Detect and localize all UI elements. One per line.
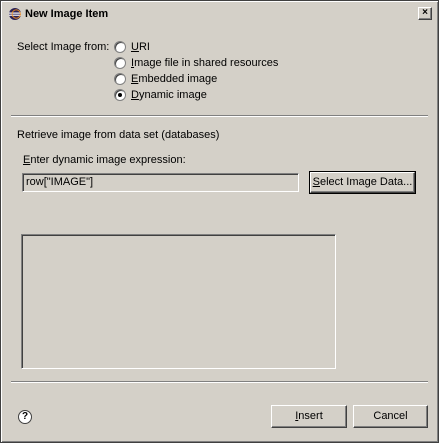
radio-dynamic-image[interactable] — [114, 89, 126, 101]
new-image-item-dialog: New Image Item × Select Image from: URI … — [0, 0, 439, 443]
expression-label: Enter dynamic image expression: — [23, 154, 186, 166]
image-preview-area — [21, 234, 336, 369]
radio-embedded-image-label[interactable]: Embedded image — [131, 73, 217, 86]
retrieve-section-label: Retrieve image from data set (databases) — [17, 129, 220, 141]
select-image-data-button[interactable]: Select Image Data... — [309, 171, 416, 194]
dialog-title: New Image Item — [25, 8, 109, 20]
radio-embedded-image[interactable] — [114, 73, 126, 85]
expression-field[interactable]: row["IMAGE"] — [22, 173, 299, 192]
insert-button[interactable]: Insert — [271, 405, 347, 428]
radio-dynamic-image-label[interactable]: Dynamic image — [131, 89, 207, 102]
cancel-button[interactable]: Cancel — [353, 405, 428, 428]
select-image-from-label: Select Image from: — [17, 41, 110, 53]
close-button[interactable]: × — [418, 7, 432, 20]
radio-shared-resources-label[interactable]: Image file in shared resources — [131, 57, 278, 70]
bottom-separator — [11, 381, 428, 383]
radio-shared-resources[interactable] — [114, 57, 126, 69]
help-icon[interactable]: ? — [18, 410, 32, 424]
top-separator — [11, 115, 428, 117]
radio-uri-label[interactable]: URI — [131, 41, 150, 54]
radio-selected-dot — [118, 93, 122, 97]
close-icon: × — [422, 7, 428, 18]
eclipse-app-icon — [9, 8, 21, 20]
title-bar: New Image Item × — [3, 3, 436, 25]
radio-uri[interactable] — [114, 41, 126, 53]
